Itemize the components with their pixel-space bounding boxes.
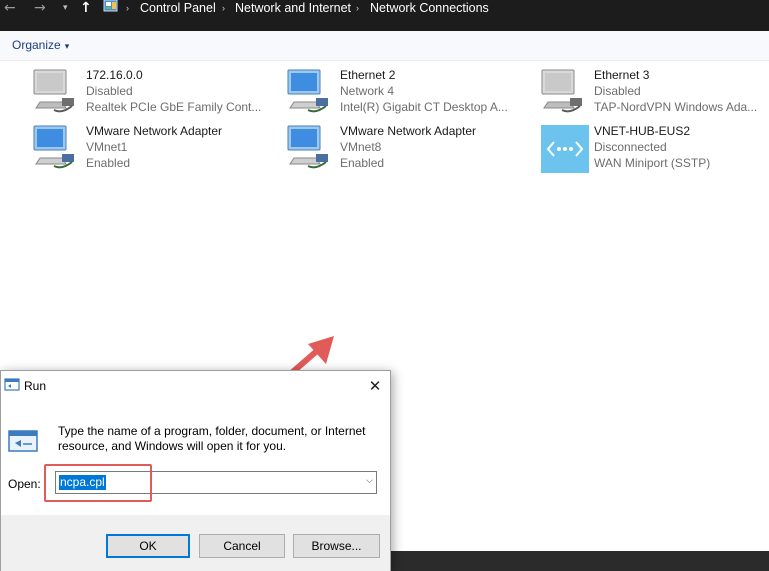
organize-menu-button[interactable]: Organize ▾	[12, 38, 69, 52]
connection-item[interactable]: Ethernet 2 Network 4 Intel(R) Gigabit CT…	[286, 68, 526, 120]
connection-status: VMnet1	[86, 140, 128, 154]
connection-device: Enabled	[86, 156, 131, 170]
connection-status: VMnet8	[340, 140, 382, 154]
taskbar-strip	[390, 551, 769, 571]
close-icon[interactable]: ✕	[363, 375, 387, 397]
run-dialog: Run ✕ Type the name of a program, folder…	[0, 370, 391, 571]
cancel-button[interactable]: Cancel	[199, 534, 285, 558]
recent-locations-chevron-icon[interactable]: ▾	[63, 0, 68, 17]
breadcrumb-separator[interactable]: ›	[126, 0, 129, 16]
connection-item[interactable]: VMware Network Adapter VMnet8 Enabled	[286, 124, 526, 176]
connection-status: Disabled	[86, 84, 133, 98]
breadcrumb-separator[interactable]: ›	[356, 0, 359, 16]
connection-name: VNET-HUB-EUS2	[594, 124, 691, 138]
connection-name: VMware Network Adapter	[340, 124, 477, 138]
breadcrumb-control-panel[interactable]: Control Panel	[140, 0, 216, 16]
vpn-connection-icon	[541, 125, 589, 173]
run-title-bar[interactable]: Run ✕	[1, 371, 390, 401]
run-program-icon	[8, 430, 38, 452]
network-adapter-icon	[287, 125, 328, 169]
connection-name: Ethernet 3	[594, 68, 650, 82]
chevron-down-icon[interactable]: ⌵	[366, 475, 373, 486]
connection-status: Disconnected	[594, 140, 667, 154]
connection-item[interactable]: VNET-HUB-EUS2 Disconnected WAN Miniport …	[540, 124, 769, 176]
open-label: Open:	[8, 477, 41, 491]
forward-arrow-icon[interactable]: →	[34, 0, 46, 17]
annotation-highlight-box	[44, 464, 152, 502]
organize-label: Organize	[12, 38, 61, 52]
ok-button[interactable]: OK	[106, 534, 190, 558]
connection-device: WAN Miniport (SSTP)	[594, 156, 711, 170]
connection-item[interactable]: VMware Network Adapter VMnet1 Enabled	[32, 124, 272, 176]
up-arrow-icon[interactable]: ↑	[80, 0, 92, 17]
back-arrow-icon[interactable]: ←	[4, 0, 16, 17]
connection-device: TAP-NordVPN Windows Ada...	[594, 100, 758, 114]
browse-button[interactable]: Browse...	[293, 534, 380, 558]
run-app-icon	[4, 378, 20, 391]
connection-item[interactable]: 172.16.0.0 Disabled Realtek PCIe GbE Fam…	[32, 68, 272, 120]
connection-device: Realtek PCIe GbE Family Cont...	[86, 100, 262, 114]
network-adapter-icon	[541, 69, 582, 113]
connection-name: VMware Network Adapter	[86, 124, 223, 138]
network-adapter-icon	[33, 125, 74, 169]
connection-device: Enabled	[340, 156, 385, 170]
connection-name: 172.16.0.0	[86, 68, 143, 82]
breadcrumb-separator[interactable]: ›	[222, 0, 225, 16]
breadcrumb-network-and-internet[interactable]: Network and Internet	[235, 0, 351, 16]
run-title: Run	[24, 379, 47, 393]
chevron-down-icon: ▾	[64, 41, 70, 51]
run-description: Type the name of a program, folder, docu…	[58, 424, 366, 453]
connection-item[interactable]: Ethernet 3 Disabled TAP-NordVPN Windows …	[540, 68, 769, 120]
connection-status: Disabled	[594, 84, 641, 98]
control-panel-icon	[103, 0, 118, 12]
connection-name: Ethernet 2	[340, 68, 396, 82]
connection-status: Network 4	[340, 84, 395, 98]
command-bar: Organize ▾	[0, 31, 769, 61]
network-adapter-icon	[33, 69, 74, 113]
network-adapter-icon	[287, 69, 328, 113]
address-bar: ← → ▾ ↑ › Control Panel › Network and In…	[0, 0, 769, 31]
connection-device: Intel(R) Gigabit CT Desktop A...	[340, 100, 508, 114]
breadcrumb-network-connections[interactable]: Network Connections	[370, 0, 489, 16]
